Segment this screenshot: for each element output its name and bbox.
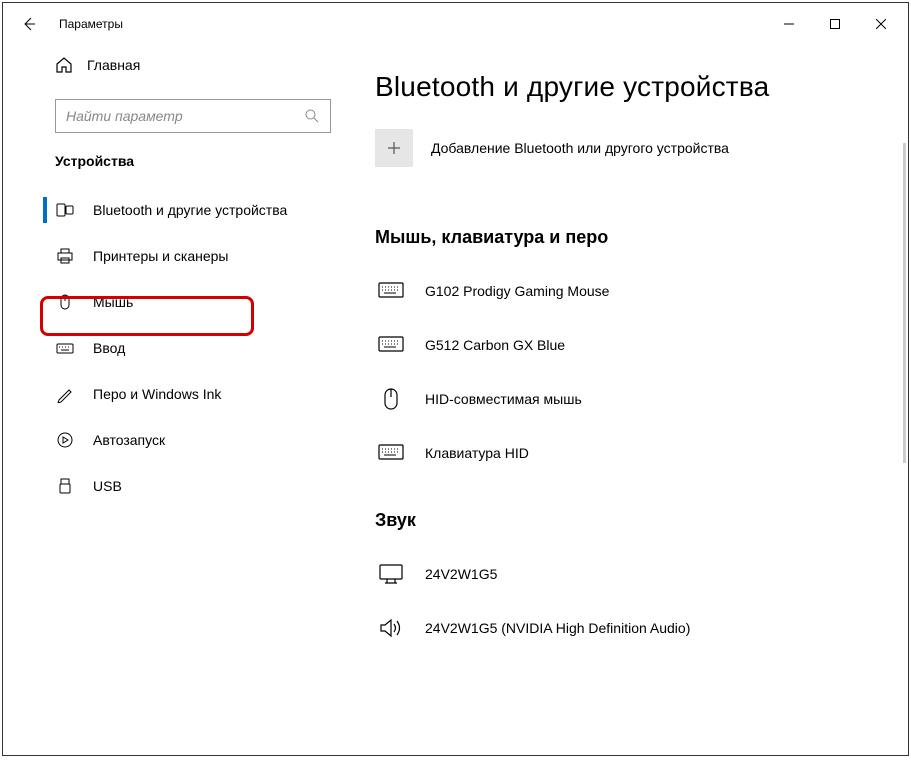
sidebar-item-usb[interactable]: USB: [3, 463, 355, 509]
sidebar-item-label: Автозапуск: [93, 432, 165, 448]
section-header-audio: Звук: [375, 510, 878, 531]
sidebar-item-label: Перо и Windows Ink: [93, 386, 221, 402]
sidebar-item-label: Bluetooth и другие устройства: [93, 202, 287, 218]
search-input[interactable]: [66, 108, 304, 124]
category-title: Устройства: [55, 153, 355, 169]
device-label: 24V2W1G5: [425, 566, 497, 582]
search-box[interactable]: [55, 99, 331, 133]
add-box: [375, 129, 413, 167]
sidebar-item-label: Мышь: [93, 294, 133, 310]
back-button[interactable]: [7, 3, 51, 45]
maximize-button[interactable]: [812, 8, 858, 40]
device-label: G102 Prodigy Gaming Mouse: [425, 283, 609, 299]
device-label: HID-совместимая мышь: [425, 391, 582, 407]
autoplay-icon: [55, 431, 75, 449]
speaker-icon: [375, 617, 407, 639]
section-header-input: Мышь, клавиатура и перо: [375, 227, 878, 248]
sidebar-item-mouse[interactable]: Мышь: [3, 279, 355, 325]
sidebar-item-autoplay[interactable]: Автозапуск: [3, 417, 355, 463]
mouse-icon: [55, 293, 75, 311]
plus-icon: [386, 140, 402, 156]
sidebar-item-label: Принтеры и сканеры: [93, 248, 228, 264]
sidebar-item-printers[interactable]: Принтеры и сканеры: [3, 233, 355, 279]
bluetooth-devices-icon: [55, 201, 75, 219]
minimize-icon: [784, 19, 794, 29]
device-label: 24V2W1G5 (NVIDIA High Definition Audio): [425, 620, 690, 636]
home-button[interactable]: Главная: [55, 45, 355, 85]
add-device-label: Добавление Bluetooth или другого устройс…: [431, 140, 729, 156]
device-row[interactable]: 24V2W1G5 (NVIDIA High Definition Audio): [375, 601, 878, 655]
sidebar-item-typing[interactable]: Ввод: [3, 325, 355, 371]
keyboard-icon: [55, 339, 75, 357]
device-row[interactable]: 24V2W1G5: [375, 547, 878, 601]
keyboard-icon: [375, 336, 407, 354]
sidebar-item-label: USB: [93, 478, 122, 494]
maximize-icon: [830, 19, 840, 29]
device-row[interactable]: HID-совместимая мышь: [375, 372, 878, 426]
keyboard-icon: [375, 444, 407, 462]
search-icon: [304, 108, 320, 124]
app-title: Параметры: [59, 17, 766, 31]
mouse-icon: [375, 387, 407, 411]
sidebar-item-pen[interactable]: Перо и Windows Ink: [3, 371, 355, 417]
content-area: Bluetooth и другие устройства Добавление…: [355, 45, 908, 755]
sidebar: Главная Устройства Bluetooth и другие ус…: [3, 45, 355, 755]
device-row[interactable]: Клавиатура HID: [375, 426, 878, 480]
printer-icon: [55, 247, 75, 265]
minimize-button[interactable]: [766, 8, 812, 40]
keyboard-icon: [375, 282, 407, 300]
home-label: Главная: [87, 57, 140, 73]
arrow-left-icon: [21, 16, 37, 32]
device-label: G512 Carbon GX Blue: [425, 337, 565, 353]
add-device-button[interactable]: Добавление Bluetooth или другого устройс…: [375, 129, 878, 167]
device-row[interactable]: G512 Carbon GX Blue: [375, 318, 878, 372]
titlebar: Параметры: [3, 3, 908, 45]
close-icon: [876, 19, 886, 29]
page-title: Bluetooth и другие устройства: [375, 71, 878, 103]
sidebar-item-bluetooth[interactable]: Bluetooth и другие устройства: [3, 187, 355, 233]
device-row[interactable]: G102 Prodigy Gaming Mouse: [375, 264, 878, 318]
close-button[interactable]: [858, 8, 904, 40]
pen-icon: [55, 385, 75, 403]
usb-icon: [55, 477, 75, 495]
monitor-icon: [375, 563, 407, 585]
home-icon: [55, 56, 73, 74]
scrollbar[interactable]: [903, 143, 906, 463]
device-label: Клавиатура HID: [425, 445, 529, 461]
sidebar-item-label: Ввод: [93, 340, 125, 356]
